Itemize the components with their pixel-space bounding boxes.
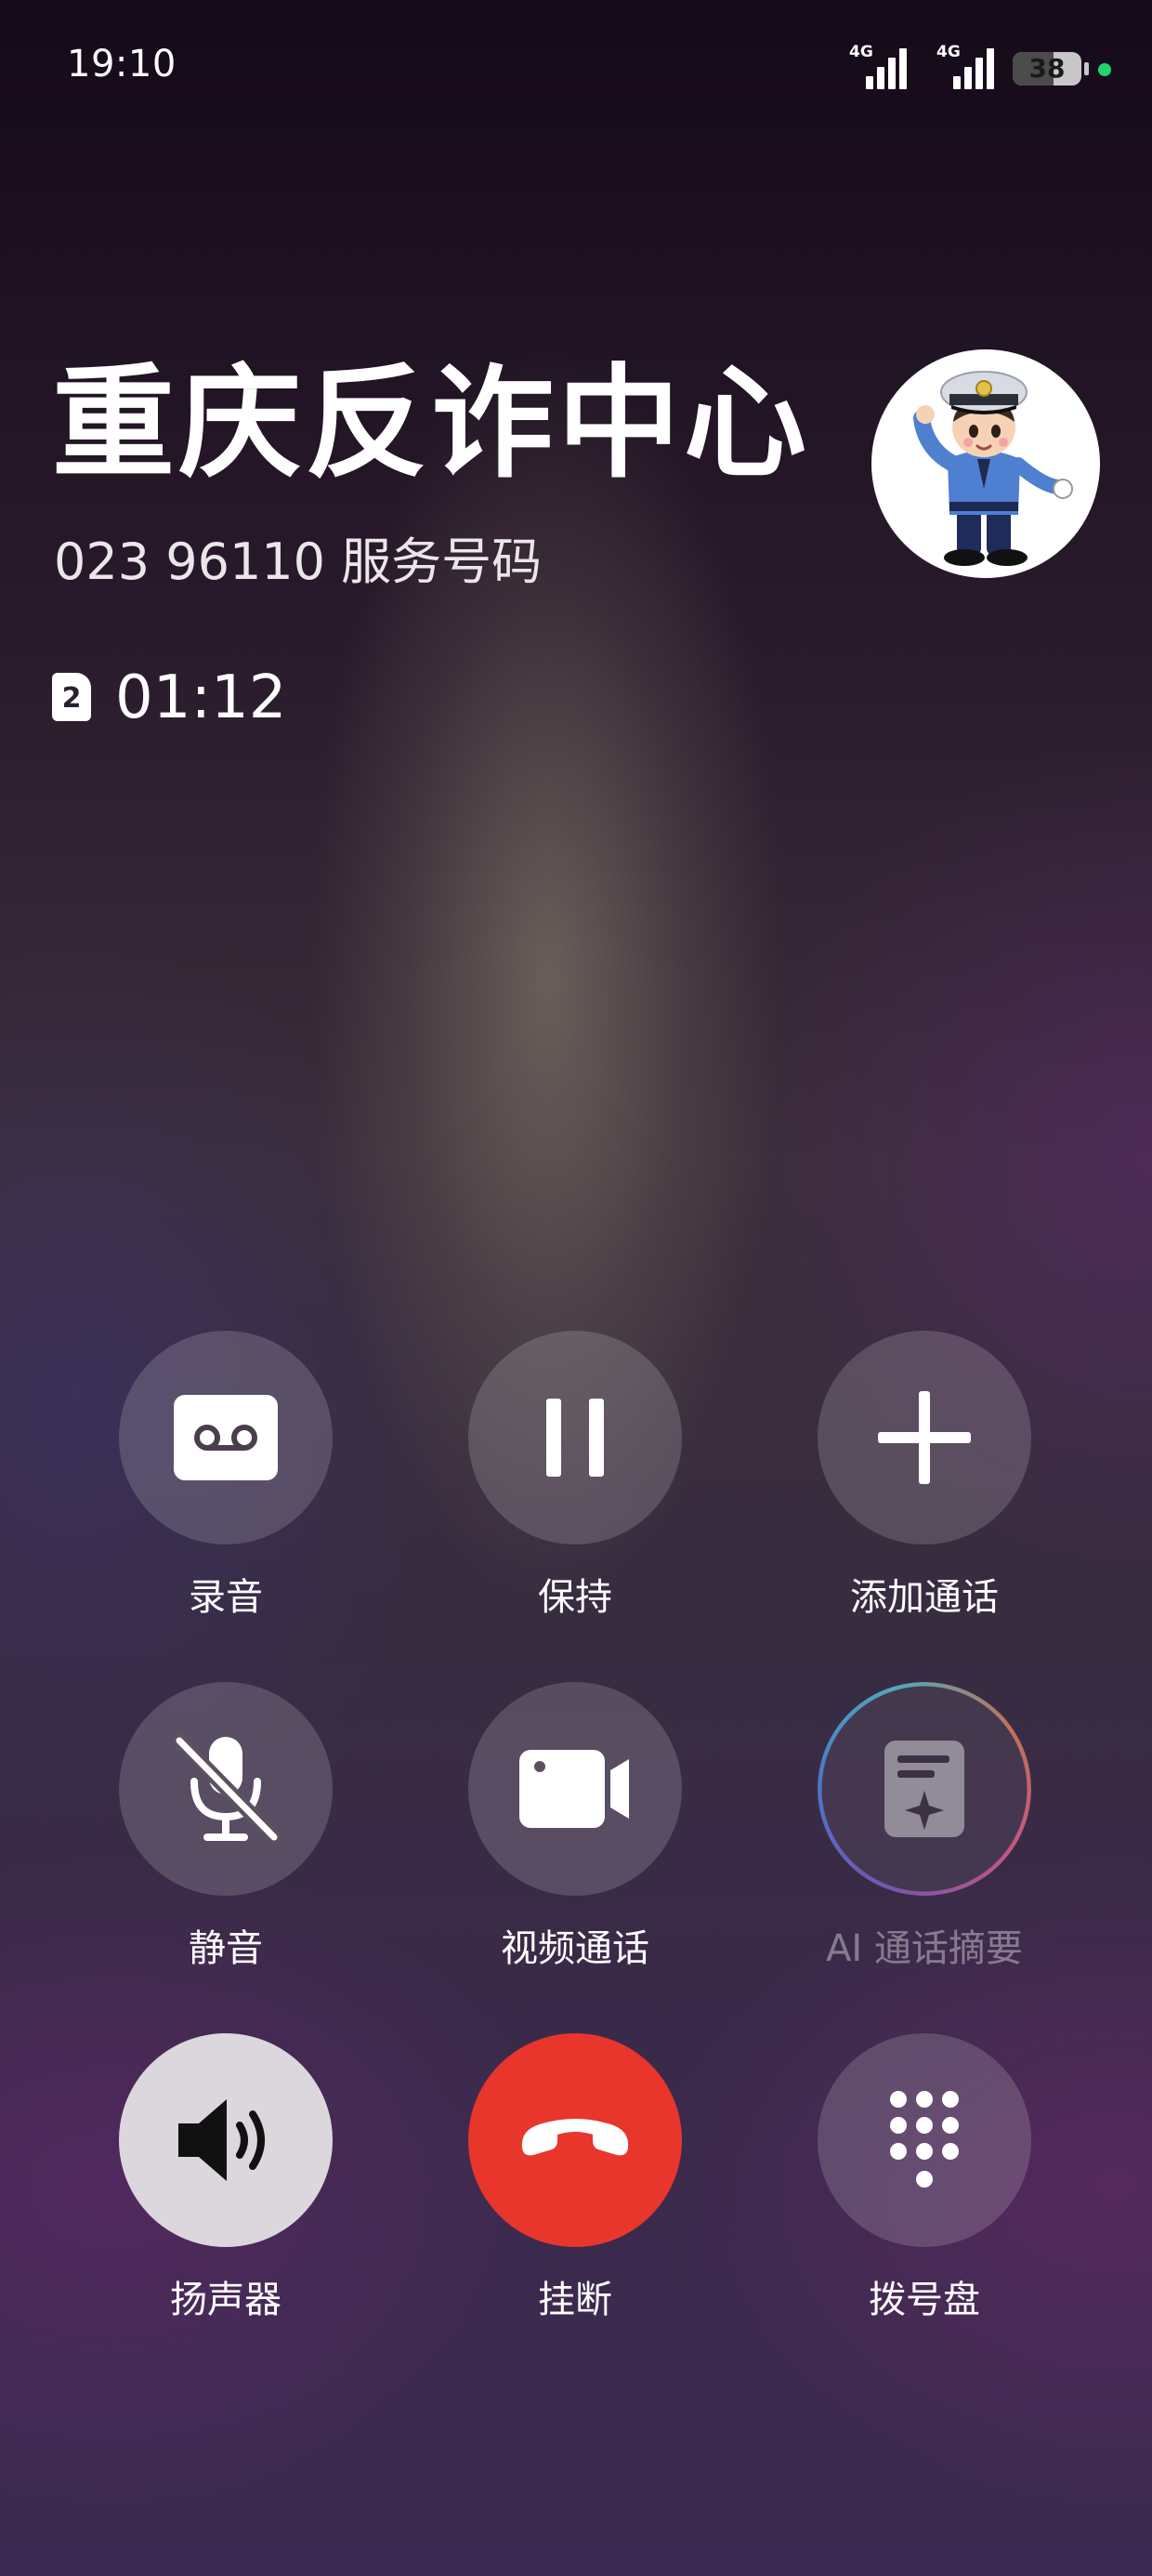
hold-circle[interactable] bbox=[468, 1331, 682, 1544]
network-type-sim2: 4G bbox=[936, 43, 961, 61]
plus-icon bbox=[878, 1391, 971, 1484]
network-type-sim1: 4G bbox=[849, 43, 873, 61]
dialpad-icon bbox=[890, 2091, 959, 2188]
caller-avatar bbox=[871, 349, 1100, 578]
mic-off-icon bbox=[172, 1733, 281, 1845]
video-call-circle[interactable] bbox=[468, 1682, 682, 1896]
hang-up-label: 挂断 bbox=[538, 2279, 612, 2321]
record-button[interactable]: 录音 bbox=[86, 1331, 365, 1621]
in-call-screen: 19:10 4G 4G 38 重庆反诈中心 023 96110 服务号码 2 0… bbox=[0, 0, 1152, 2576]
sim-slot-icon: 2 bbox=[52, 673, 91, 721]
video-call-label: 视频通话 bbox=[501, 1927, 649, 1970]
signal-sim2-icon: 4G bbox=[936, 41, 996, 89]
call-duration: 01:12 bbox=[115, 664, 287, 732]
caller-number: 023 96110 服务号码 bbox=[54, 532, 543, 591]
hang-up-circle[interactable] bbox=[468, 2033, 682, 2247]
ai-summary-label: AI 通话摘要 bbox=[826, 1927, 1023, 1970]
add-call-label: 添加通话 bbox=[850, 1576, 999, 1619]
dialpad-circle[interactable] bbox=[818, 2033, 1031, 2247]
mute-label: 静音 bbox=[189, 1927, 263, 1970]
video-camera-icon bbox=[519, 1750, 629, 1828]
hang-up-icon bbox=[521, 2119, 629, 2156]
ai-summary-circle[interactable] bbox=[818, 1682, 1031, 1896]
voicemail-tape-icon bbox=[174, 1395, 278, 1480]
pause-icon bbox=[546, 1399, 604, 1477]
mute-button[interactable]: 静音 bbox=[86, 1682, 365, 1972]
hang-up-button[interactable]: 挂断 bbox=[436, 2033, 714, 2323]
battery-icon: 38 bbox=[1013, 52, 1089, 85]
speaker-label: 扬声器 bbox=[170, 2279, 281, 2321]
ai-summary-button[interactable]: AI 通话摘要 bbox=[785, 1682, 1064, 1972]
caller-name: 重庆反诈中心 bbox=[52, 352, 810, 495]
mute-circle[interactable] bbox=[119, 1682, 333, 1896]
record-label: 录音 bbox=[189, 1576, 263, 1619]
hold-button[interactable]: 保持 bbox=[436, 1331, 714, 1621]
dialpad-button[interactable]: 拨号盘 bbox=[785, 2033, 1064, 2323]
dialpad-label: 拨号盘 bbox=[869, 2279, 980, 2321]
video-call-button[interactable]: 视频通话 bbox=[436, 1682, 714, 1972]
add-call-button[interactable]: 添加通话 bbox=[785, 1331, 1064, 1621]
signal-sim1-icon: 4G bbox=[849, 41, 909, 89]
add-call-circle[interactable] bbox=[818, 1331, 1031, 1544]
status-icons: 4G 4G 38 bbox=[849, 41, 1119, 93]
record-circle[interactable] bbox=[119, 1331, 333, 1544]
police-cartoon-icon bbox=[913, 371, 1073, 566]
speaker-button[interactable]: 扬声器 bbox=[86, 2033, 365, 2323]
ai-summary-icon bbox=[884, 1741, 964, 1837]
speaker-icon bbox=[178, 2099, 265, 2181]
charging-dot-icon bbox=[1098, 63, 1111, 76]
hold-label: 保持 bbox=[538, 1576, 612, 1619]
speaker-circle[interactable] bbox=[119, 2033, 333, 2247]
status-time: 19:10 bbox=[67, 43, 177, 85]
battery-level: 38 bbox=[1028, 53, 1066, 84]
